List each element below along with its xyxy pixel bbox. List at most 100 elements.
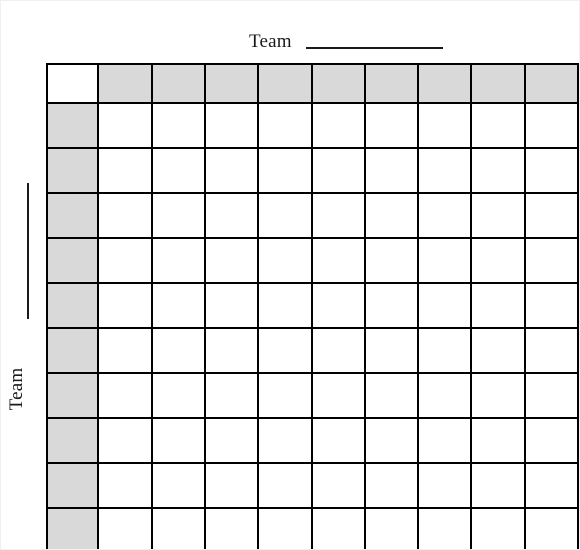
grid-square-cell[interactable] xyxy=(257,147,313,194)
row-header-cell[interactable] xyxy=(45,147,100,194)
grid-square-cell[interactable] xyxy=(417,237,473,284)
row-header-cell[interactable] xyxy=(45,102,100,149)
grid-square-cell[interactable] xyxy=(523,237,579,284)
grid-square-cell[interactable] xyxy=(470,237,526,284)
row-header-cell[interactable] xyxy=(45,507,100,549)
grid-square-cell[interactable] xyxy=(203,372,260,419)
grid-square-cell[interactable] xyxy=(363,282,420,329)
grid-square-cell[interactable] xyxy=(203,282,260,329)
grid-square-cell[interactable] xyxy=(470,372,526,419)
grid-square-cell[interactable] xyxy=(203,102,260,149)
grid-square-cell[interactable] xyxy=(417,102,473,149)
grid-square-cell[interactable] xyxy=(150,462,207,509)
column-header-cell[interactable] xyxy=(523,63,579,104)
grid-square-cell[interactable] xyxy=(150,192,207,239)
grid-square-cell[interactable] xyxy=(257,372,313,419)
grid-square-cell[interactable] xyxy=(523,372,579,419)
grid-square-cell[interactable] xyxy=(523,147,579,194)
grid-square-cell[interactable] xyxy=(417,417,473,464)
grid-square-cell[interactable] xyxy=(150,102,207,149)
grid-square-cell[interactable] xyxy=(470,462,526,509)
grid-square-cell[interactable] xyxy=(523,192,579,239)
grid-square-cell[interactable] xyxy=(523,417,579,464)
column-header-cell[interactable] xyxy=(363,63,420,104)
grid-square-cell[interactable] xyxy=(363,462,420,509)
grid-square-cell[interactable] xyxy=(523,327,579,374)
grid-square-cell[interactable] xyxy=(470,102,526,149)
grid-square-cell[interactable] xyxy=(310,327,366,374)
grid-square-cell[interactable] xyxy=(203,192,260,239)
grid-square-cell[interactable] xyxy=(150,417,207,464)
grid-square-cell[interactable] xyxy=(97,462,153,509)
grid-square-cell[interactable] xyxy=(203,147,260,194)
grid-square-cell[interactable] xyxy=(523,282,579,329)
grid-square-cell[interactable] xyxy=(97,417,153,464)
grid-square-cell[interactable] xyxy=(97,147,153,194)
grid-square-cell[interactable] xyxy=(150,372,207,419)
grid-square-cell[interactable] xyxy=(310,417,366,464)
grid-square-cell[interactable] xyxy=(523,462,579,509)
column-header-cell[interactable] xyxy=(203,63,260,104)
grid-square-cell[interactable] xyxy=(203,507,260,549)
grid-square-cell[interactable] xyxy=(523,507,579,549)
grid-square-cell[interactable] xyxy=(257,417,313,464)
grid-square-cell[interactable] xyxy=(523,102,579,149)
top-team-blank-line[interactable] xyxy=(305,46,443,49)
grid-square-cell[interactable] xyxy=(470,282,526,329)
row-header-cell[interactable] xyxy=(45,372,100,419)
grid-square-cell[interactable] xyxy=(363,192,420,239)
grid-square-cell[interactable] xyxy=(150,327,207,374)
grid-square-cell[interactable] xyxy=(203,417,260,464)
grid-square-cell[interactable] xyxy=(97,372,153,419)
side-team-blank-line[interactable] xyxy=(27,183,29,319)
grid-square-cell[interactable] xyxy=(363,147,420,194)
grid-square-cell[interactable] xyxy=(257,192,313,239)
grid-square-cell[interactable] xyxy=(310,282,366,329)
grid-square-cell[interactable] xyxy=(310,147,366,194)
grid-square-cell[interactable] xyxy=(310,237,366,284)
row-header-cell[interactable] xyxy=(45,192,100,239)
grid-square-cell[interactable] xyxy=(257,327,313,374)
grid-square-cell[interactable] xyxy=(363,327,420,374)
grid-square-cell[interactable] xyxy=(97,507,153,549)
grid-square-cell[interactable] xyxy=(310,102,366,149)
grid-square-cell[interactable] xyxy=(97,192,153,239)
grid-square-cell[interactable] xyxy=(310,192,366,239)
row-header-cell[interactable] xyxy=(45,327,100,374)
column-header-cell[interactable] xyxy=(257,63,313,104)
grid-square-cell[interactable] xyxy=(97,102,153,149)
grid-square-cell[interactable] xyxy=(417,327,473,374)
grid-square-cell[interactable] xyxy=(150,147,207,194)
grid-square-cell[interactable] xyxy=(257,462,313,509)
grid-square-cell[interactable] xyxy=(417,462,473,509)
grid-corner-cell[interactable] xyxy=(45,63,100,104)
grid-square-cell[interactable] xyxy=(97,237,153,284)
row-header-cell[interactable] xyxy=(45,282,100,329)
grid-square-cell[interactable] xyxy=(150,237,207,284)
column-header-cell[interactable] xyxy=(310,63,366,104)
grid-square-cell[interactable] xyxy=(257,282,313,329)
grid-square-cell[interactable] xyxy=(470,327,526,374)
column-header-cell[interactable] xyxy=(470,63,526,104)
row-header-cell[interactable] xyxy=(45,462,100,509)
grid-square-cell[interactable] xyxy=(203,237,260,284)
grid-square-cell[interactable] xyxy=(150,282,207,329)
grid-square-cell[interactable] xyxy=(310,462,366,509)
grid-square-cell[interactable] xyxy=(470,507,526,549)
grid-square-cell[interactable] xyxy=(203,462,260,509)
grid-square-cell[interactable] xyxy=(470,147,526,194)
column-header-cell[interactable] xyxy=(97,63,153,104)
grid-square-cell[interactable] xyxy=(417,147,473,194)
row-header-cell[interactable] xyxy=(45,237,100,284)
grid-square-cell[interactable] xyxy=(470,417,526,464)
grid-square-cell[interactable] xyxy=(417,192,473,239)
grid-square-cell[interactable] xyxy=(97,327,153,374)
grid-square-cell[interactable] xyxy=(203,327,260,374)
grid-square-cell[interactable] xyxy=(363,102,420,149)
grid-square-cell[interactable] xyxy=(310,372,366,419)
grid-square-cell[interactable] xyxy=(363,372,420,419)
row-header-cell[interactable] xyxy=(45,417,100,464)
grid-square-cell[interactable] xyxy=(417,372,473,419)
column-header-cell[interactable] xyxy=(417,63,473,104)
grid-square-cell[interactable] xyxy=(417,282,473,329)
